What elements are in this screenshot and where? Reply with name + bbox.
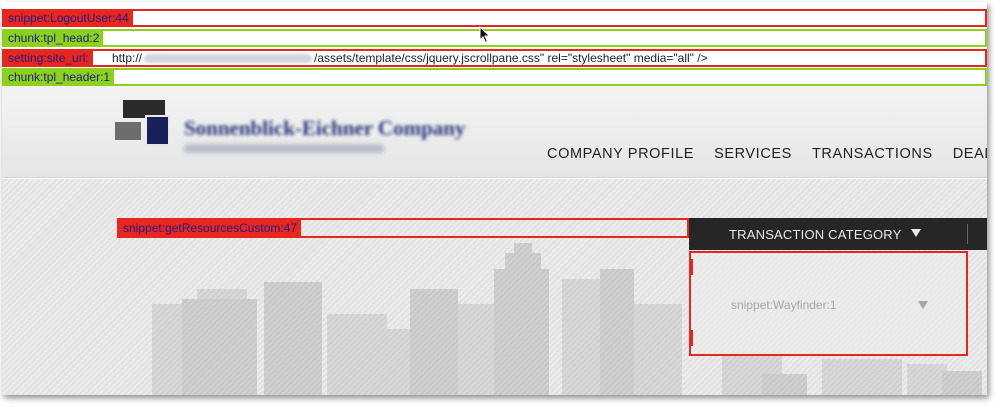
browser-viewport: snippet:LogoutUser:44 chunk:tpl_head:2 s… [2,2,987,395]
redacted-domain [144,54,313,64]
hero-banner: snippet:getResourcesCustom:47 TRANSACTIO… [2,179,987,395]
wayfinder-dropdown-panel[interactable]: snippet:Wayfinder:1 [689,251,968,356]
company-name: Sonnenblick-Eichner Company [184,116,466,140]
mouse-cursor-icon [479,26,491,44]
marker-top [689,259,693,275]
transaction-category-dropdown[interactable]: TRANSACTION CATEGORY [689,218,987,250]
debug-tag-logout: snippet:LogoutUser:44 [4,11,133,25]
divider [967,224,968,244]
site-header: Sonnenblick-Eichner Company COMPANY PROF… [2,86,987,178]
company-tagline-redacted [184,144,384,153]
site-url-prefix: http:// [112,51,143,65]
debug-tag-site-url: setting:site_url: [4,51,93,65]
chevron-down-icon [911,229,921,237]
debug-tag-head: chunk:tpl_head:2 [4,31,104,45]
nav-services[interactable]: SERVICES [714,146,792,162]
debug-tag-header: chunk:tpl_header:1 [4,70,115,84]
nav-transactions[interactable]: TRANSACTIONS [812,146,933,162]
debug-site-url-row: setting:site_url: http:// /assets/templat… [2,49,987,67]
main-nav: COMPANY PROFILE SERVICES TRANSACTIONS DE… [547,146,987,162]
debug-head-row: chunk:tpl_head:2 [2,29,987,47]
nav-deal[interactable]: DEAL [953,146,987,162]
debug-get-resources-row: snippet:getResourcesCustom:47 [117,218,689,238]
debug-tag-get-resources: snippet:getResourcesCustom:47 [119,220,302,236]
site-url-suffix: /assets/template/css/jquery.jscrollpane.… [314,51,708,65]
site-url-line: http:// /assets/template/css/jquery.jscro… [112,51,708,65]
transaction-category-label: TRANSACTION CATEGORY [729,227,902,242]
company-logo[interactable] [115,100,175,146]
debug-logout-row: snippet:LogoutUser:44 [2,9,987,27]
nav-company-profile[interactable]: COMPANY PROFILE [547,146,694,162]
marker-bottom [689,330,693,346]
chevron-down-icon [918,301,928,309]
debug-header-row: chunk:tpl_header:1 [2,68,987,86]
wayfinder-label: snippet:Wayfinder:1 [731,298,837,312]
